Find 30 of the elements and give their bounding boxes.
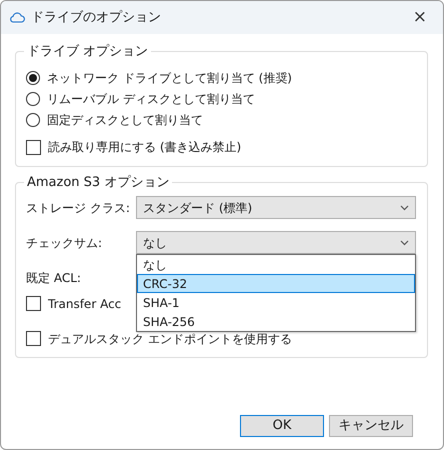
field-label: 既定 ACL: <box>26 270 82 287</box>
radio-label: リムーバブル ディスクとして割り当て <box>47 91 255 108</box>
radio-button[interactable] <box>26 92 40 106</box>
radio-button[interactable] <box>26 71 40 86</box>
checkbox[interactable] <box>26 331 41 346</box>
cloud-icon <box>9 12 25 23</box>
field-label: ストレージ クラス: <box>26 200 131 217</box>
caret-icon <box>400 204 409 211</box>
group-title: ドライブ オプション <box>26 44 150 60</box>
group-title: Amazon S3 オプション <box>26 174 170 190</box>
checkbox[interactable] <box>26 296 41 312</box>
checkbox[interactable] <box>26 140 41 155</box>
radio-button[interactable] <box>26 113 40 128</box>
dropdown[interactable]: スタンダード (標準) <box>136 196 416 220</box>
window-title: ドライブのオプション <box>31 8 161 27</box>
dropdown-option[interactable]: SHA-256 <box>137 312 415 332</box>
dropdown-option[interactable]: なし <box>137 255 415 274</box>
dropdown-option[interactable]: CRC-32 <box>137 274 415 294</box>
radio-label: ネットワーク ドライブとして割り当て (推奨) <box>47 70 292 88</box>
dropdown-option[interactable]: SHA-1 <box>137 293 415 312</box>
dropdown[interactable]: なし <box>136 231 416 254</box>
ok-button[interactable]: OK <box>240 415 324 437</box>
close-button[interactable]: × <box>404 9 435 26</box>
radio-label: 固定ディスクとして割り当て <box>47 112 203 130</box>
field-label: チェックサム: <box>26 234 104 252</box>
checkbox-label: 読み取り専用にする (書き込み禁止) <box>48 139 242 156</box>
cancel-button[interactable]: キャンセル <box>329 415 413 437</box>
caret-icon <box>400 240 409 246</box>
checkbox-label: Transfer Acc <box>48 296 122 313</box>
checkbox-label: デュアルスタック エンドポイントを使用する <box>48 330 292 348</box>
